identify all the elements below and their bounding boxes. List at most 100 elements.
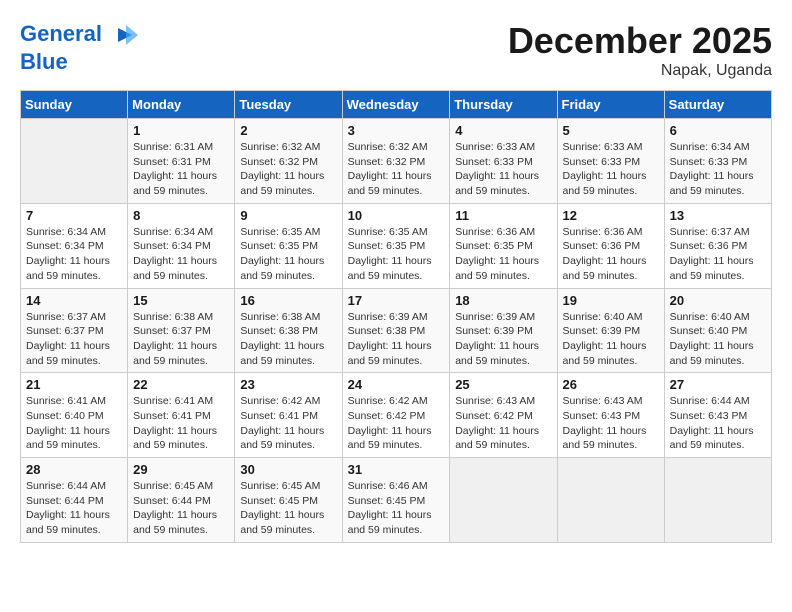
day-number: 16 [240, 293, 336, 308]
day-number: 14 [26, 293, 122, 308]
calendar-week-2: 7 Sunrise: 6:34 AM Sunset: 6:34 PM Dayli… [21, 203, 772, 288]
calendar-week-4: 21 Sunrise: 6:41 AM Sunset: 6:40 PM Dayl… [21, 373, 772, 458]
header-thursday: Thursday [450, 91, 557, 119]
day-info: Sunrise: 6:41 AM Sunset: 6:41 PM Dayligh… [133, 394, 229, 453]
logo-icon [110, 20, 140, 50]
logo-blue: Blue [20, 50, 140, 74]
calendar-cell: 1 Sunrise: 6:31 AM Sunset: 6:31 PM Dayli… [128, 119, 235, 204]
calendar-cell: 25 Sunrise: 6:43 AM Sunset: 6:42 PM Dayl… [450, 373, 557, 458]
day-number: 8 [133, 208, 229, 223]
day-info: Sunrise: 6:45 AM Sunset: 6:44 PM Dayligh… [133, 479, 229, 538]
calendar-cell: 14 Sunrise: 6:37 AM Sunset: 6:37 PM Dayl… [21, 288, 128, 373]
day-number: 20 [670, 293, 766, 308]
day-number: 17 [348, 293, 445, 308]
day-number: 10 [348, 208, 445, 223]
day-info: Sunrise: 6:43 AM Sunset: 6:43 PM Dayligh… [563, 394, 659, 453]
calendar-week-1: 1 Sunrise: 6:31 AM Sunset: 6:31 PM Dayli… [21, 119, 772, 204]
day-info: Sunrise: 6:39 AM Sunset: 6:39 PM Dayligh… [455, 310, 551, 369]
calendar-cell [21, 119, 128, 204]
day-info: Sunrise: 6:45 AM Sunset: 6:45 PM Dayligh… [240, 479, 336, 538]
calendar-cell: 24 Sunrise: 6:42 AM Sunset: 6:42 PM Dayl… [342, 373, 450, 458]
day-number: 24 [348, 377, 445, 392]
calendar-cell: 16 Sunrise: 6:38 AM Sunset: 6:38 PM Dayl… [235, 288, 342, 373]
calendar-cell [664, 458, 771, 543]
day-number: 21 [26, 377, 122, 392]
day-number: 27 [670, 377, 766, 392]
title-block: December 2025 Napak, Uganda [508, 20, 772, 80]
calendar-cell: 9 Sunrise: 6:35 AM Sunset: 6:35 PM Dayli… [235, 203, 342, 288]
calendar-cell: 10 Sunrise: 6:35 AM Sunset: 6:35 PM Dayl… [342, 203, 450, 288]
day-info: Sunrise: 6:33 AM Sunset: 6:33 PM Dayligh… [455, 140, 551, 199]
day-info: Sunrise: 6:42 AM Sunset: 6:41 PM Dayligh… [240, 394, 336, 453]
day-info: Sunrise: 6:36 AM Sunset: 6:36 PM Dayligh… [563, 225, 659, 284]
calendar-cell: 19 Sunrise: 6:40 AM Sunset: 6:39 PM Dayl… [557, 288, 664, 373]
calendar-cell: 7 Sunrise: 6:34 AM Sunset: 6:34 PM Dayli… [21, 203, 128, 288]
calendar-cell: 30 Sunrise: 6:45 AM Sunset: 6:45 PM Dayl… [235, 458, 342, 543]
calendar-cell: 20 Sunrise: 6:40 AM Sunset: 6:40 PM Dayl… [664, 288, 771, 373]
day-number: 5 [563, 123, 659, 138]
day-info: Sunrise: 6:31 AM Sunset: 6:31 PM Dayligh… [133, 140, 229, 199]
day-number: 3 [348, 123, 445, 138]
day-number: 26 [563, 377, 659, 392]
day-info: Sunrise: 6:38 AM Sunset: 6:38 PM Dayligh… [240, 310, 336, 369]
day-number: 12 [563, 208, 659, 223]
calendar-week-3: 14 Sunrise: 6:37 AM Sunset: 6:37 PM Dayl… [21, 288, 772, 373]
day-info: Sunrise: 6:34 AM Sunset: 6:34 PM Dayligh… [26, 225, 122, 284]
day-number: 19 [563, 293, 659, 308]
day-info: Sunrise: 6:37 AM Sunset: 6:37 PM Dayligh… [26, 310, 122, 369]
day-number: 23 [240, 377, 336, 392]
calendar-cell: 2 Sunrise: 6:32 AM Sunset: 6:32 PM Dayli… [235, 119, 342, 204]
day-number: 4 [455, 123, 551, 138]
day-number: 9 [240, 208, 336, 223]
day-number: 25 [455, 377, 551, 392]
day-info: Sunrise: 6:42 AM Sunset: 6:42 PM Dayligh… [348, 394, 445, 453]
calendar-cell: 18 Sunrise: 6:39 AM Sunset: 6:39 PM Dayl… [450, 288, 557, 373]
day-number: 22 [133, 377, 229, 392]
day-info: Sunrise: 6:43 AM Sunset: 6:42 PM Dayligh… [455, 394, 551, 453]
day-info: Sunrise: 6:32 AM Sunset: 6:32 PM Dayligh… [348, 140, 445, 199]
day-info: Sunrise: 6:34 AM Sunset: 6:34 PM Dayligh… [133, 225, 229, 284]
header-saturday: Saturday [664, 91, 771, 119]
page-header: General Blue December 2025 Napak, Uganda [20, 20, 772, 80]
day-info: Sunrise: 6:37 AM Sunset: 6:36 PM Dayligh… [670, 225, 766, 284]
location-subtitle: Napak, Uganda [508, 62, 772, 80]
calendar-cell: 28 Sunrise: 6:44 AM Sunset: 6:44 PM Dayl… [21, 458, 128, 543]
calendar-cell [557, 458, 664, 543]
day-info: Sunrise: 6:36 AM Sunset: 6:35 PM Dayligh… [455, 225, 551, 284]
calendar-cell: 17 Sunrise: 6:39 AM Sunset: 6:38 PM Dayl… [342, 288, 450, 373]
calendar-cell: 27 Sunrise: 6:44 AM Sunset: 6:43 PM Dayl… [664, 373, 771, 458]
calendar-cell: 8 Sunrise: 6:34 AM Sunset: 6:34 PM Dayli… [128, 203, 235, 288]
day-number: 6 [670, 123, 766, 138]
calendar-cell: 5 Sunrise: 6:33 AM Sunset: 6:33 PM Dayli… [557, 119, 664, 204]
calendar-cell: 23 Sunrise: 6:42 AM Sunset: 6:41 PM Dayl… [235, 373, 342, 458]
day-info: Sunrise: 6:41 AM Sunset: 6:40 PM Dayligh… [26, 394, 122, 453]
calendar-cell: 12 Sunrise: 6:36 AM Sunset: 6:36 PM Dayl… [557, 203, 664, 288]
calendar-cell: 22 Sunrise: 6:41 AM Sunset: 6:41 PM Dayl… [128, 373, 235, 458]
day-info: Sunrise: 6:44 AM Sunset: 6:43 PM Dayligh… [670, 394, 766, 453]
header-tuesday: Tuesday [235, 91, 342, 119]
day-number: 7 [26, 208, 122, 223]
calendar-cell: 29 Sunrise: 6:45 AM Sunset: 6:44 PM Dayl… [128, 458, 235, 543]
day-info: Sunrise: 6:32 AM Sunset: 6:32 PM Dayligh… [240, 140, 336, 199]
header-monday: Monday [128, 91, 235, 119]
logo: General Blue [20, 20, 140, 74]
calendar-table: SundayMondayTuesdayWednesdayThursdayFrid… [20, 90, 772, 543]
day-number: 13 [670, 208, 766, 223]
day-number: 31 [348, 462, 445, 477]
calendar-header-row: SundayMondayTuesdayWednesdayThursdayFrid… [21, 91, 772, 119]
logo-text: General [20, 20, 140, 50]
calendar-cell: 31 Sunrise: 6:46 AM Sunset: 6:45 PM Dayl… [342, 458, 450, 543]
calendar-cell: 11 Sunrise: 6:36 AM Sunset: 6:35 PM Dayl… [450, 203, 557, 288]
month-title: December 2025 [508, 20, 772, 62]
day-info: Sunrise: 6:33 AM Sunset: 6:33 PM Dayligh… [563, 140, 659, 199]
day-info: Sunrise: 6:40 AM Sunset: 6:39 PM Dayligh… [563, 310, 659, 369]
day-info: Sunrise: 6:38 AM Sunset: 6:37 PM Dayligh… [133, 310, 229, 369]
calendar-cell: 4 Sunrise: 6:33 AM Sunset: 6:33 PM Dayli… [450, 119, 557, 204]
day-info: Sunrise: 6:39 AM Sunset: 6:38 PM Dayligh… [348, 310, 445, 369]
day-info: Sunrise: 6:35 AM Sunset: 6:35 PM Dayligh… [348, 225, 445, 284]
header-sunday: Sunday [21, 91, 128, 119]
header-wednesday: Wednesday [342, 91, 450, 119]
calendar-cell: 3 Sunrise: 6:32 AM Sunset: 6:32 PM Dayli… [342, 119, 450, 204]
header-friday: Friday [557, 91, 664, 119]
calendar-cell: 13 Sunrise: 6:37 AM Sunset: 6:36 PM Dayl… [664, 203, 771, 288]
